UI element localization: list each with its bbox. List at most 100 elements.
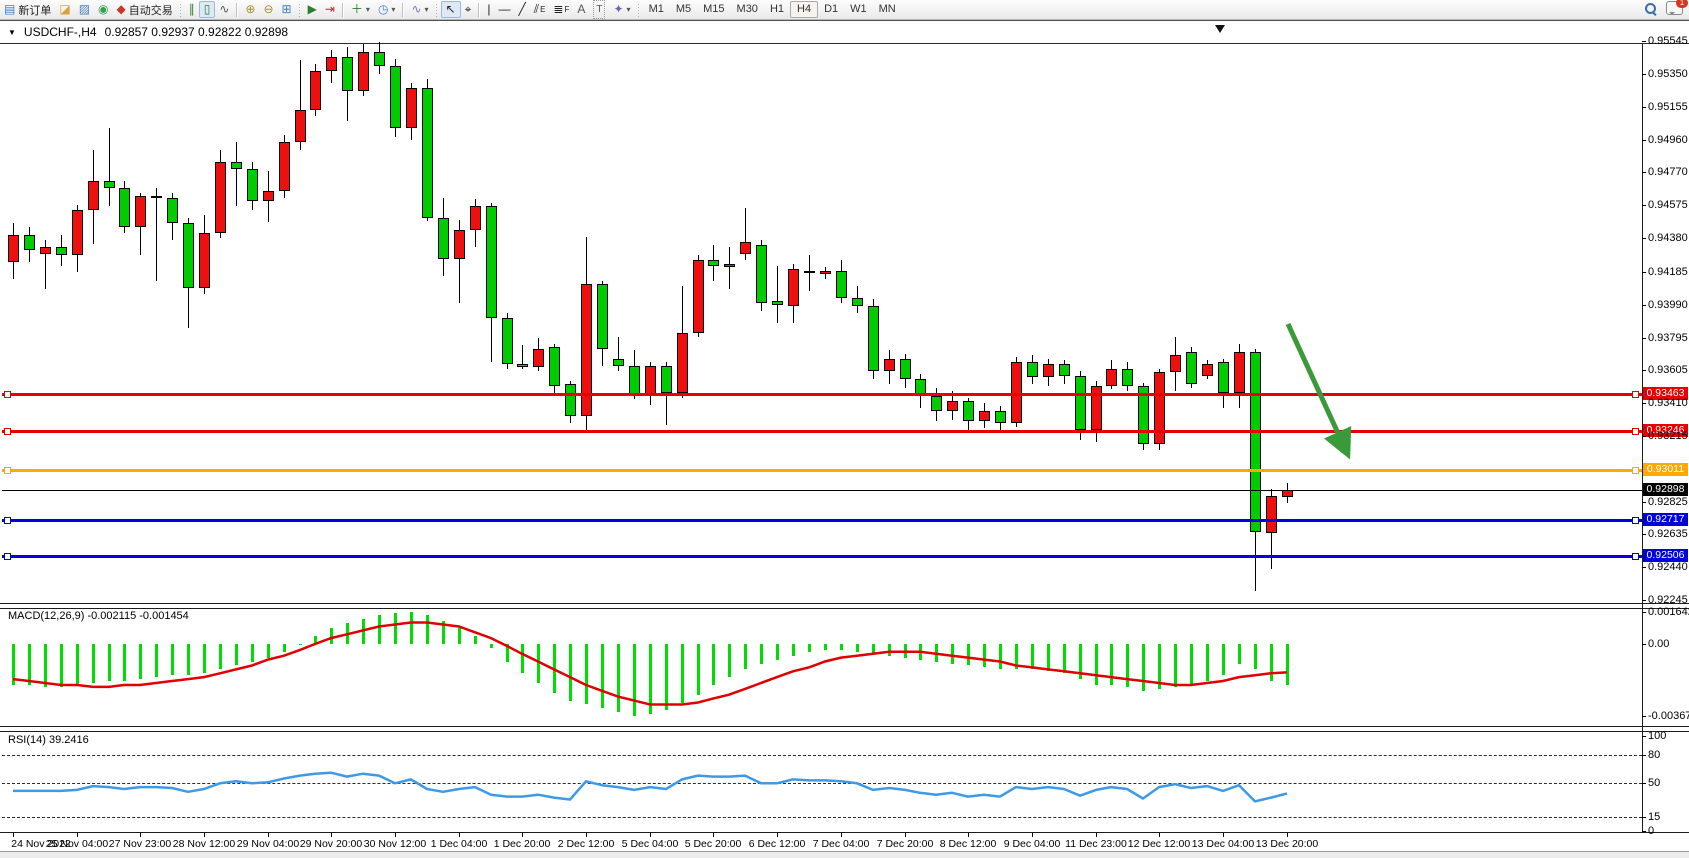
candle-body[interactable] xyxy=(804,271,815,273)
timeframe-h4[interactable]: H4 xyxy=(790,1,818,18)
candle-body[interactable] xyxy=(374,52,385,66)
new-chart-icon[interactable]: ＋▾ xyxy=(347,1,374,18)
candle-body[interactable] xyxy=(167,198,178,223)
candle-body[interactable] xyxy=(677,333,688,392)
level-line[interactable] xyxy=(2,393,1642,396)
candle-body[interactable] xyxy=(1186,352,1197,384)
candle-body[interactable] xyxy=(661,366,672,393)
time-axis-label[interactable]: 1 Dec 04:00 xyxy=(431,838,488,850)
candle-body[interactable] xyxy=(565,384,576,416)
level-line[interactable] xyxy=(2,519,1642,522)
candle-body[interactable] xyxy=(1027,362,1038,377)
chat-icon[interactable]: 1 xyxy=(1666,1,1683,15)
auto-scroll-icon[interactable]: ▶ xyxy=(304,1,321,18)
timeframe-m15[interactable]: M15 xyxy=(697,2,730,17)
candle-body[interactable] xyxy=(1122,369,1133,386)
time-axis-label[interactable]: 30 Nov 12:00 xyxy=(364,838,426,850)
time-axis-label[interactable]: 5 Dec 20:00 xyxy=(685,838,742,850)
line-anchor[interactable] xyxy=(4,467,11,474)
time-axis-label[interactable]: 28 Nov 12:00 xyxy=(173,838,235,850)
candle-body[interactable] xyxy=(40,247,51,254)
candle-body[interactable] xyxy=(645,366,656,395)
signal-icon[interactable]: ◉ xyxy=(94,1,112,18)
candle-body[interactable] xyxy=(1202,364,1213,376)
candle-body[interactable] xyxy=(470,206,481,230)
candle-body[interactable] xyxy=(1250,352,1261,532)
horizontal-line-icon[interactable]: — xyxy=(494,1,514,18)
candle-body[interactable] xyxy=(1075,376,1086,430)
zoom-out-icon[interactable]: ⊖ xyxy=(259,1,277,18)
level-line[interactable] xyxy=(2,430,1642,433)
candle-body[interactable] xyxy=(931,396,942,411)
line-anchor[interactable] xyxy=(1632,553,1639,560)
candle-body[interactable] xyxy=(533,349,544,368)
timeframe-w1[interactable]: W1 xyxy=(844,2,873,17)
time-axis-label[interactable]: 11 Dec 23:00 xyxy=(1065,838,1127,850)
candle-body[interactable] xyxy=(135,196,146,227)
candle-body[interactable] xyxy=(326,57,337,71)
timeframe-m1[interactable]: M1 xyxy=(643,2,670,17)
timeframe-m5[interactable]: M5 xyxy=(670,2,697,17)
candle-body[interactable] xyxy=(183,223,194,287)
candle-body[interactable] xyxy=(231,162,242,169)
eraser-icon[interactable]: ◪ xyxy=(55,1,74,18)
tile-windows-icon[interactable]: ⊞ xyxy=(278,1,296,18)
candle-body[interactable] xyxy=(279,142,290,191)
candle-body[interactable] xyxy=(486,206,497,318)
candle-body[interactable] xyxy=(119,188,130,227)
candle-body[interactable] xyxy=(581,284,592,416)
candle-body[interactable] xyxy=(151,196,162,198)
time-axis-label[interactable]: 13 Dec 04:00 xyxy=(1192,838,1254,850)
candle-body[interactable] xyxy=(1170,355,1181,372)
chart-shift-icon[interactable]: ⇥ xyxy=(321,1,339,18)
candle-body[interactable] xyxy=(995,411,1006,423)
candle-body[interactable] xyxy=(629,366,640,395)
time-axis-label[interactable]: 7 Dec 20:00 xyxy=(877,838,934,850)
timeframe-d1[interactable]: D1 xyxy=(818,2,844,17)
candle-body[interactable] xyxy=(868,306,879,370)
line-anchor[interactable] xyxy=(4,517,11,524)
candle-body[interactable] xyxy=(884,359,895,371)
time-axis-label[interactable]: 29 Nov 04:00 xyxy=(237,838,299,850)
candle-body[interactable] xyxy=(342,57,353,91)
candle-body[interactable] xyxy=(740,242,751,254)
candle-body[interactable] xyxy=(422,88,433,219)
new-order-button[interactable]: ▤新订单 xyxy=(0,1,55,18)
timeframe-mn[interactable]: MN xyxy=(873,2,902,17)
candle-body[interactable] xyxy=(1234,352,1245,393)
shapes-icon[interactable]: ✦▾ xyxy=(609,1,634,18)
candle-body[interactable] xyxy=(1043,364,1054,378)
line-anchor[interactable] xyxy=(1632,391,1639,398)
candle-body[interactable] xyxy=(1059,364,1070,376)
vertical-line-icon[interactable]: | xyxy=(483,1,494,18)
candle-body[interactable] xyxy=(772,301,783,304)
line-anchor[interactable] xyxy=(1632,517,1639,524)
crosshair-icon[interactable]: ⌖ xyxy=(461,1,476,18)
cursor-icon[interactable]: ↖ xyxy=(441,1,461,18)
chart-dropdown-icon[interactable]: ▼ xyxy=(8,28,16,37)
time-axis-label[interactable]: 5 Dec 04:00 xyxy=(622,838,679,850)
candle-body[interactable] xyxy=(24,235,35,250)
candle-body[interactable] xyxy=(708,260,719,265)
time-axis-label[interactable]: 25 Nov 04:00 xyxy=(46,838,108,850)
time-axis-label[interactable]: 13 Dec 20:00 xyxy=(1256,838,1318,850)
line-anchor[interactable] xyxy=(1632,467,1639,474)
candle-body[interactable] xyxy=(613,359,624,366)
candle-body[interactable] xyxy=(310,71,321,110)
text-label-icon[interactable]: T xyxy=(589,1,609,18)
candle-body[interactable] xyxy=(406,88,417,129)
candle-body[interactable] xyxy=(56,247,67,255)
candle-body[interactable] xyxy=(724,264,735,267)
candle-body[interactable] xyxy=(852,298,863,306)
search-icon[interactable] xyxy=(1645,3,1656,14)
candle-body[interactable] xyxy=(438,218,449,259)
candle-body[interactable] xyxy=(756,245,767,303)
candle-body[interactable] xyxy=(788,269,799,306)
current-price-line[interactable] xyxy=(2,490,1642,491)
candle-body[interactable] xyxy=(88,181,99,210)
candlestick-chart-icon[interactable]: ▯ xyxy=(199,1,216,18)
time-axis-label[interactable]: 6 Dec 12:00 xyxy=(749,838,806,850)
time-axis-label[interactable]: 9 Dec 04:00 xyxy=(1004,838,1061,850)
candle-body[interactable] xyxy=(199,233,210,287)
time-axis-label[interactable]: 29 Nov 20:00 xyxy=(300,838,362,850)
